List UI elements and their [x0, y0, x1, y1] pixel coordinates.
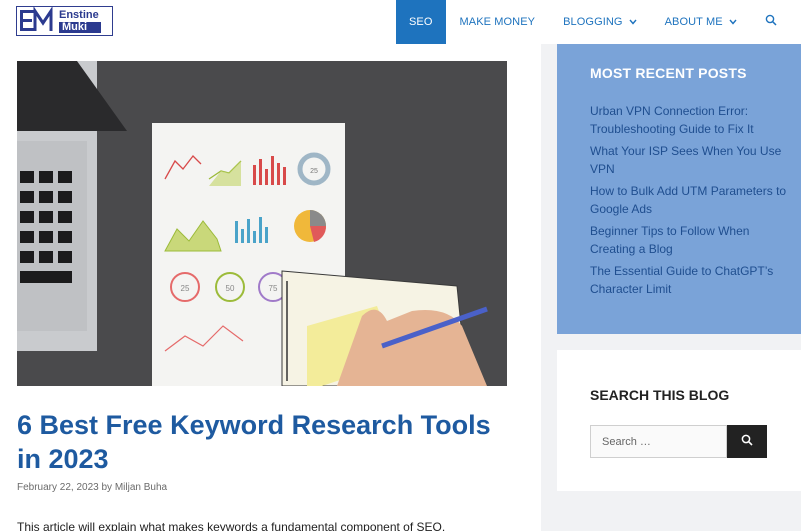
hero-gauge-label-1: 25: [181, 284, 190, 293]
search-widget: SEARCH THIS BLOG Search …: [557, 350, 801, 491]
article-card: 25 25 50 75 6 Best Free Keyword Research…: [0, 44, 541, 531]
post-by: by: [101, 482, 113, 493]
recent-post-link[interactable]: Urban VPN Connection Error: Troubleshoot…: [590, 103, 795, 138]
search-icon: [765, 13, 777, 31]
nav-search-button[interactable]: [751, 0, 791, 44]
search-placeholder: Search …: [602, 435, 651, 448]
site-header: Enstine Muki SEO MAKE MONEY BLOGGING ABO…: [0, 0, 801, 44]
main-nav: SEO MAKE MONEY BLOGGING ABOUT ME: [396, 0, 791, 44]
featured-image[interactable]: 25 25 50 75: [17, 61, 507, 386]
nav-item-blogging[interactable]: BLOGGING: [549, 0, 650, 44]
search-submit-button[interactable]: [727, 425, 767, 458]
recent-posts-list: Urban VPN Connection Error: Troubleshoot…: [590, 103, 795, 303]
logo-line2: Muki: [59, 21, 101, 33]
nav-item-about-me[interactable]: ABOUT ME: [651, 0, 751, 44]
logo-line1: Enstine: [59, 8, 99, 21]
nav-label: BLOGGING: [563, 16, 623, 28]
post-date[interactable]: February 22, 2023: [17, 482, 99, 493]
search-input[interactable]: Search …: [590, 425, 727, 458]
chevron-down-icon: [729, 17, 737, 27]
nav-label: ABOUT ME: [664, 16, 723, 28]
recent-post-link[interactable]: The Essential Guide to ChatGPT’s Charact…: [590, 263, 795, 298]
hero-donut-label: 25: [310, 168, 318, 175]
recent-post-link[interactable]: Beginner Tips to Follow When Creating a …: [590, 223, 795, 258]
logo-text: Enstine Muki: [59, 8, 101, 33]
search-icon: [741, 433, 753, 451]
nav-label: SEO: [409, 16, 433, 28]
logo-mark-icon: [17, 6, 57, 35]
post-excerpt: This article will explain what makes key…: [17, 520, 446, 531]
post-title[interactable]: 6 Best Free Keyword Research Tools in 20…: [17, 408, 517, 476]
recent-post-link[interactable]: How to Bulk Add UTM Parameters to Google…: [590, 183, 795, 218]
hero-gauge-label-3: 75: [269, 284, 278, 293]
post-author[interactable]: Miljan Buha: [115, 482, 167, 493]
nav-item-make-money[interactable]: MAKE MONEY: [446, 0, 550, 44]
hero-gauge-label-2: 50: [226, 284, 235, 293]
recent-posts-widget: MOST RECENT POSTS Urban VPN Connection E…: [557, 44, 801, 334]
nav-item-seo[interactable]: SEO: [396, 0, 446, 44]
recent-post-link[interactable]: What Your ISP Sees When You Use VPN: [590, 143, 795, 178]
recent-posts-title: MOST RECENT POSTS: [590, 65, 747, 81]
search-widget-title: SEARCH THIS BLOG: [590, 387, 730, 403]
chevron-down-icon: [629, 17, 637, 27]
nav-label: MAKE MONEY: [459, 16, 536, 28]
site-logo[interactable]: Enstine Muki: [16, 6, 113, 36]
post-meta: February 22, 2023 by Miljan Buha: [17, 482, 167, 493]
